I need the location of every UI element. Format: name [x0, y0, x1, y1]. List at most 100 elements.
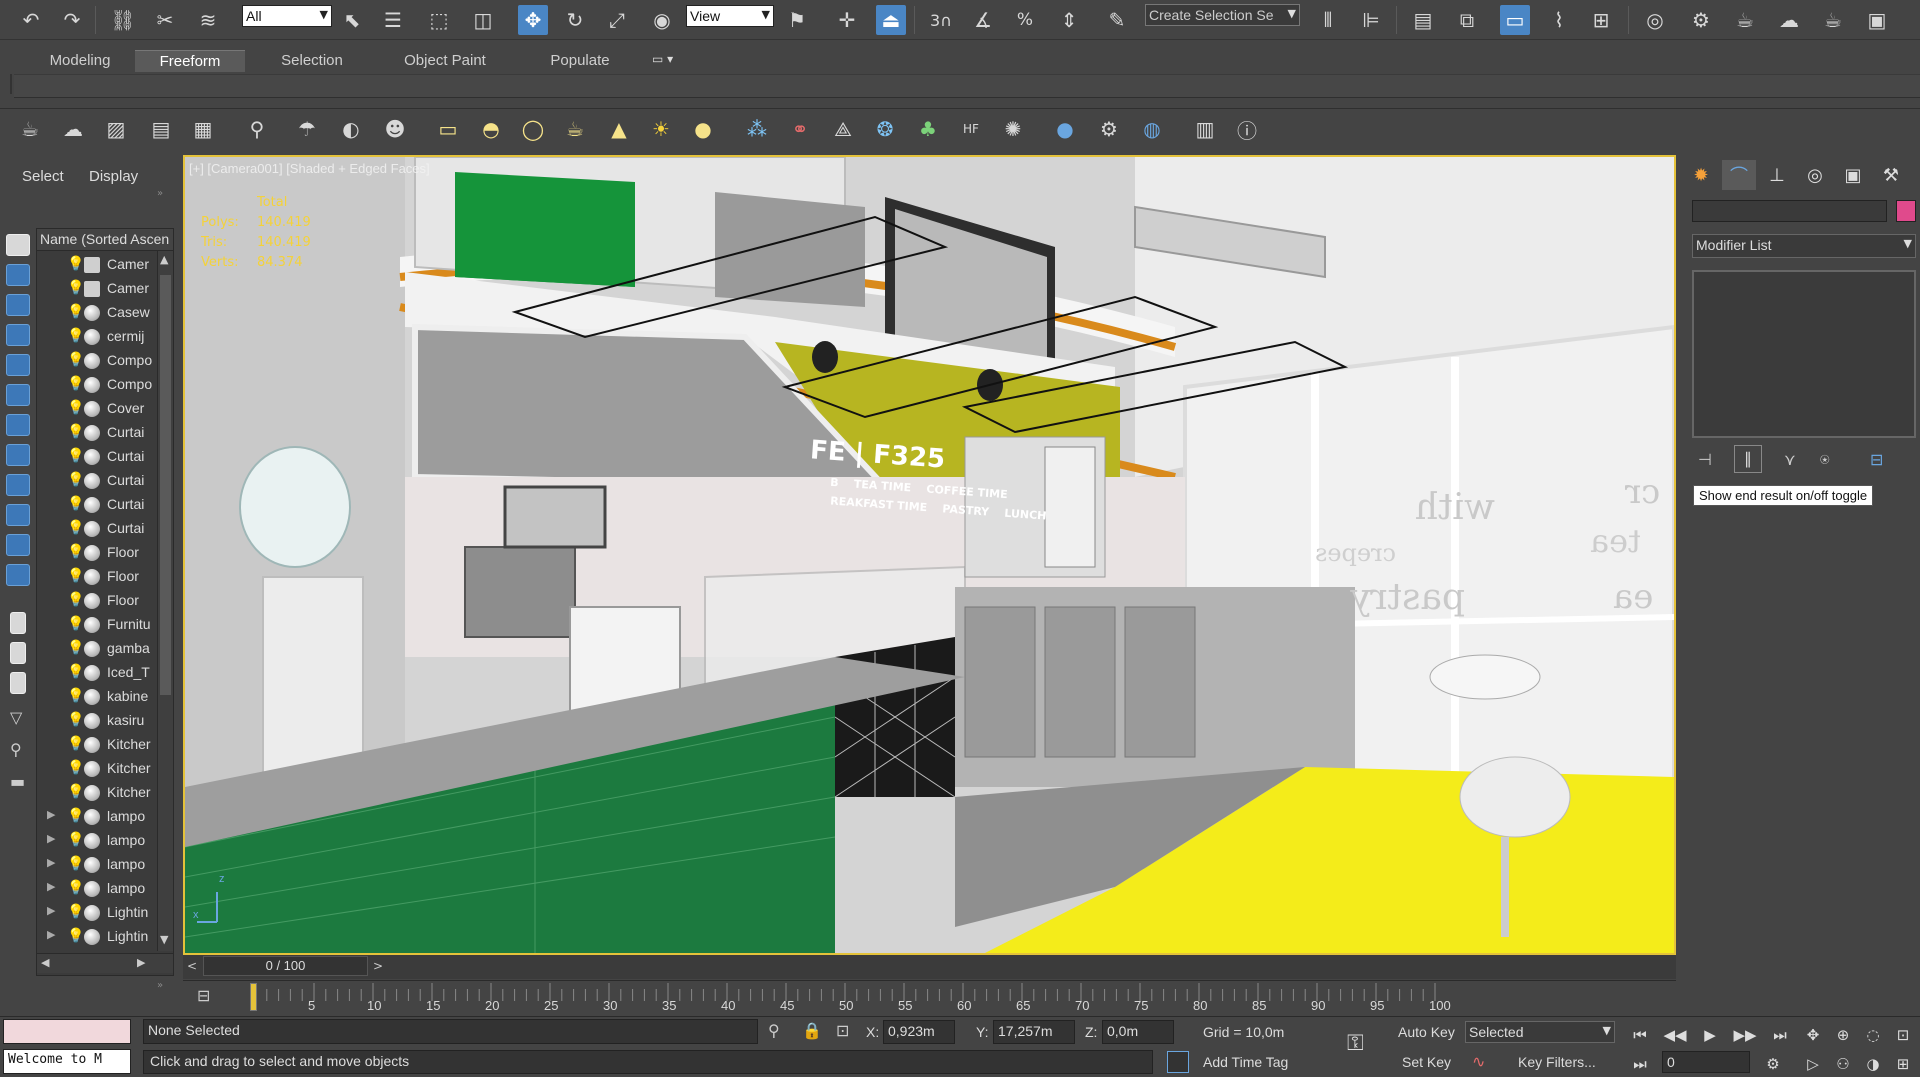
current-frame-marker[interactable]	[250, 983, 257, 1011]
zoom-extents-icon[interactable]: ⊞	[1890, 1053, 1916, 1075]
link-icon[interactable]: ⛓	[108, 5, 138, 35]
listener-bottom-pane[interactable]: Welcome to M	[3, 1049, 131, 1074]
lightbulb-lens-icon[interactable]: ⚲	[242, 114, 272, 144]
menu-expand-icon[interactable]: »	[157, 188, 163, 199]
viewport-camera001[interactable]: [+] [Camera001] [Shaded + Edged Faces] T…	[183, 155, 1676, 955]
snaps-toggle-icon[interactable]: 3 ∩	[926, 5, 956, 35]
list-item[interactable]: 💡 kasiru	[37, 709, 167, 733]
light-bulb-icon[interactable]: 💡	[67, 928, 84, 944]
set-key-button[interactable]: Set Key	[1402, 1054, 1451, 1070]
scene-explorer-icon[interactable]: ▤	[1408, 5, 1438, 35]
list-item[interactable]: 💡 Furnitu	[37, 613, 167, 637]
expand-arrow-icon[interactable]: ▶	[47, 856, 55, 869]
bind-space-warp-icon[interactable]: ≋	[193, 5, 223, 35]
display-children-icon[interactable]	[10, 672, 26, 694]
list-item[interactable]: 💡 Curtai	[37, 469, 167, 493]
schematic-view-icon[interactable]: ⊞	[1586, 5, 1616, 35]
object-sphere-icon[interactable]	[84, 521, 100, 537]
list-item[interactable]: 💡 Floor	[37, 565, 167, 589]
object-sphere-icon[interactable]	[84, 689, 100, 705]
light-bulb-icon[interactable]: 💡	[67, 256, 84, 272]
object-sphere-icon[interactable]	[84, 593, 100, 609]
list-item[interactable]: ▶ 💡 lampo	[37, 805, 167, 829]
unlink-icon[interactable]: ✂	[150, 5, 180, 35]
light-bulb-icon[interactable]: 💡	[67, 832, 84, 848]
tab-display-icon[interactable]: ▣	[1836, 160, 1870, 190]
cosmos-icon[interactable]: ✺	[998, 114, 1028, 144]
tab-utilities-icon[interactable]: ⚒	[1874, 160, 1908, 190]
ambient-light-icon[interactable]: ●	[688, 114, 718, 144]
light-bulb-icon[interactable]: 💡	[67, 856, 84, 872]
help-icon[interactable]: ⓘ	[1232, 114, 1262, 144]
object-sphere-icon[interactable]	[84, 737, 100, 753]
dolly-icon[interactable]: ▷	[1800, 1053, 1826, 1075]
select-menu[interactable]: Select	[22, 168, 64, 185]
material-tools-icon[interactable]: ⚙	[1094, 114, 1124, 144]
light-bulb-icon[interactable]: 💡	[67, 280, 84, 296]
list-item[interactable]: 💡 cermij	[37, 325, 167, 349]
object-sphere-icon[interactable]	[84, 569, 100, 585]
cloud-icon[interactable]: ☁	[58, 114, 88, 144]
configure-modifier-sets-icon[interactable]: ⊟	[1870, 450, 1883, 469]
scroll-right-icon[interactable]: ▶	[137, 956, 145, 969]
document-icon[interactable]: ▤	[146, 114, 176, 144]
display-lights-icon[interactable]	[6, 324, 30, 346]
time-slider-next-icon[interactable]: >	[373, 959, 383, 973]
next-frame-icon[interactable]: ▶▶	[1732, 1024, 1758, 1046]
list-item[interactable]: 💡 kabine	[37, 685, 167, 709]
list-item[interactable]: 💡 Compo	[37, 349, 167, 373]
key-mode-dropdown[interactable]: Selected ▼	[1465, 1021, 1615, 1043]
object-sphere-icon[interactable]	[84, 785, 100, 801]
object-sphere-icon[interactable]	[84, 809, 100, 825]
mesh-light-icon[interactable]: ☕	[560, 114, 590, 144]
display-xrefs-icon[interactable]	[6, 474, 30, 496]
plane-object-icon[interactable]: ⟁	[828, 114, 858, 144]
select-and-place-icon[interactable]: ◉	[647, 5, 677, 35]
object-sphere-icon[interactable]	[84, 713, 100, 729]
display-shapes-icon[interactable]	[6, 294, 30, 316]
light-bulb-icon[interactable]: 💡	[67, 880, 84, 896]
robot-icon[interactable]: ☻	[380, 114, 410, 144]
tab-populate[interactable]: Populate	[530, 50, 630, 72]
field-of-view-icon[interactable]: ◌	[1860, 1024, 1886, 1046]
object-sphere-icon[interactable]	[84, 929, 100, 945]
teapot-icon[interactable]: ☕	[15, 114, 45, 144]
redo-icon[interactable]: ↷	[57, 5, 87, 35]
expand-arrow-icon[interactable]: ▶	[47, 928, 55, 941]
pin-stack-icon[interactable]: ⊣	[1698, 450, 1712, 469]
frame-buffer-icon[interactable]: ▥	[1190, 114, 1220, 144]
show-end-result-icon[interactable]: ∥	[1734, 445, 1762, 473]
material-editor-icon[interactable]: ◎	[1640, 5, 1670, 35]
list-item[interactable]: 💡 Curtai	[37, 421, 167, 445]
select-and-move-icon[interactable]: ✥	[518, 5, 548, 35]
fur-icon[interactable]: ⁂	[742, 114, 772, 144]
keyboard-shortcut-override-icon[interactable]: ⏏	[876, 5, 906, 35]
auto-key-button[interactable]: Auto Key	[1398, 1024, 1455, 1040]
select-object-icon[interactable]: ⬉	[337, 5, 367, 35]
add-time-tag-button[interactable]: Add Time Tag	[1203, 1054, 1288, 1070]
remove-modifier-icon[interactable]: ⍟	[1820, 450, 1830, 470]
column-header[interactable]: Name (Sorted Ascen	[37, 229, 173, 251]
object-sphere-icon[interactable]	[84, 617, 100, 633]
curve-editor-icon[interactable]: ⌇	[1544, 5, 1574, 35]
tab-selection[interactable]: Selection	[262, 50, 362, 72]
object-sphere-icon[interactable]	[84, 305, 100, 321]
ies-light-icon[interactable]: ▲	[604, 114, 634, 144]
object-sphere-icon[interactable]	[84, 353, 100, 369]
filter-icon[interactable]: ▽	[10, 708, 22, 727]
list-item[interactable]: 💡 Compo	[37, 373, 167, 397]
light-bulb-icon[interactable]: 💡	[67, 448, 84, 464]
list-item[interactable]: 💡 Kitcher	[37, 757, 167, 781]
light-bulb-icon[interactable]: 💡	[67, 520, 84, 536]
layer-explorer-icon[interactable]: ⧉	[1452, 5, 1482, 35]
rendered-frame-window-icon[interactable]: ☕	[1730, 5, 1760, 35]
image-icon[interactable]: ▨	[101, 114, 131, 144]
light-bulb-icon[interactable]: 💡	[67, 904, 84, 920]
light-bulb-icon[interactable]: 💡	[67, 712, 84, 728]
display-containers-icon[interactable]	[6, 534, 30, 556]
list-item[interactable]: 💡 Kitcher	[37, 733, 167, 757]
object-sphere-icon[interactable]	[84, 857, 100, 873]
tab-object-paint[interactable]: Object Paint	[385, 50, 505, 72]
grid-table-icon[interactable]: ▦	[188, 114, 218, 144]
previous-frame-icon[interactable]: ◀◀	[1662, 1024, 1688, 1046]
